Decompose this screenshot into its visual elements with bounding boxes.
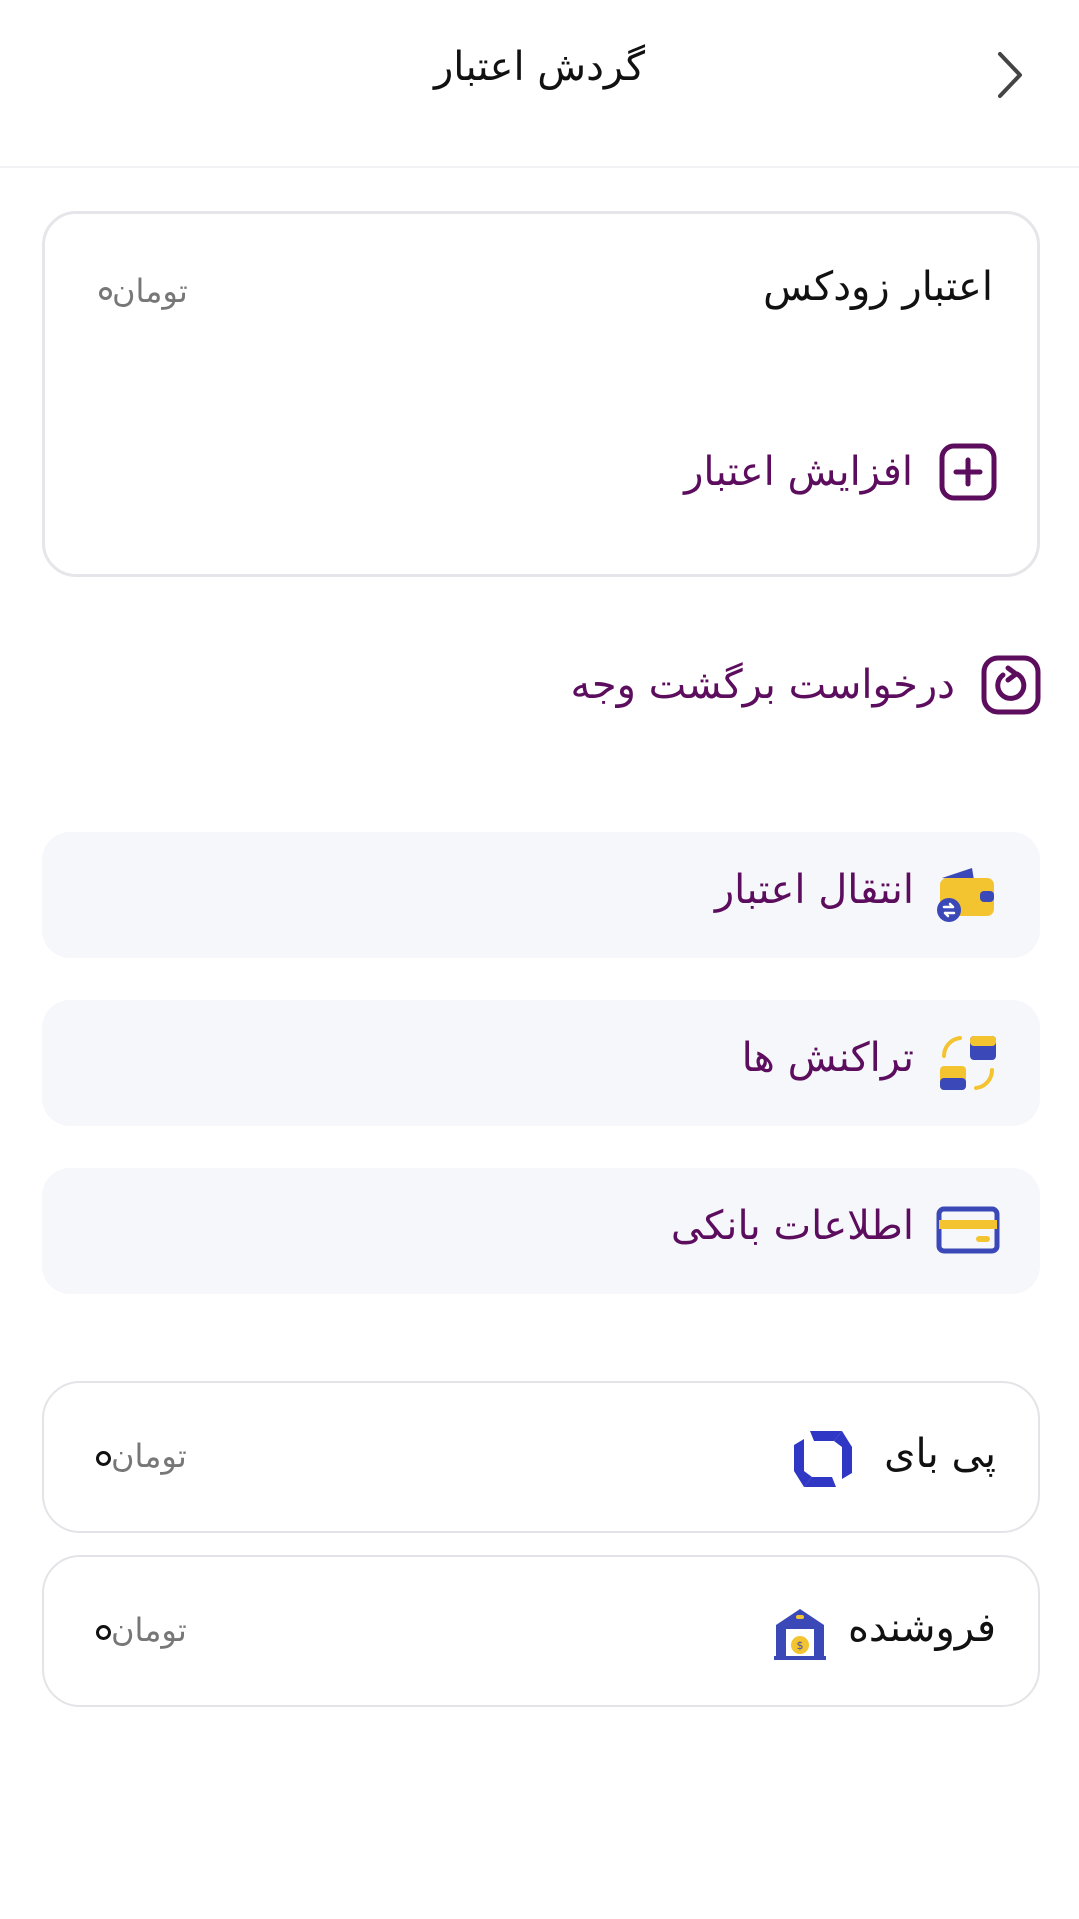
back-button[interactable] — [990, 50, 1030, 100]
svg-text:$: $ — [797, 1639, 804, 1652]
chevron-right-icon — [998, 52, 1022, 98]
seller-balance: تومان — [86, 1611, 187, 1649]
paybuy-logo-icon — [794, 1431, 852, 1487]
top-bar: گردش اعتبار — [0, 0, 1079, 168]
credit-label: اعتبار زودکس — [763, 264, 993, 310]
credit-balance: تومان — [89, 272, 188, 310]
balance-label: فروشنده — [847, 1605, 996, 1651]
menu-item-label: انتقال اعتبار — [714, 867, 914, 913]
bank-card-icon — [936, 1206, 1000, 1254]
zero-amount — [99, 286, 112, 300]
balance-currency: تومان — [111, 1437, 187, 1475]
refund-request-button[interactable]: درخواست برگشت وجه — [570, 652, 1041, 718]
refund-request-label: درخواست برگشت وجه — [570, 662, 955, 708]
menu-item-label: اطلاعات بانکی — [670, 1203, 914, 1249]
zero-amount — [96, 1450, 111, 1466]
balance-label: پی بای — [884, 1431, 996, 1477]
refund-icon — [981, 655, 1041, 715]
transactions-icon — [940, 1036, 996, 1090]
plus-square-icon — [939, 443, 997, 501]
increase-credit-label: افزایش اعتبار — [684, 449, 913, 495]
balance-currency: تومان — [111, 1611, 187, 1649]
zero-amount — [96, 1624, 111, 1640]
seller-store-icon: $ — [774, 1609, 826, 1660]
menu-item-label: تراکنش ها — [741, 1035, 914, 1081]
credit-currency: تومان — [112, 272, 188, 310]
page-title: گردش اعتبار — [433, 44, 646, 90]
balance-card-seller[interactable]: فروشنده $ تومان — [42, 1555, 1040, 1707]
paybuy-balance: تومان — [86, 1437, 187, 1475]
credit-card: اعتبار زودکس تومان افزایش اعتبار — [42, 211, 1040, 577]
balance-card-paybuy[interactable]: پی بای تومان — [42, 1381, 1040, 1533]
menu-item-transactions[interactable]: تراکنش ها — [42, 1000, 1040, 1126]
wallet-transfer-icon — [937, 868, 994, 922]
menu-item-credit-transfer[interactable]: انتقال اعتبار — [42, 832, 1040, 958]
menu-item-bank-info[interactable]: اطلاعات بانکی — [42, 1168, 1040, 1294]
increase-credit-button[interactable]: افزایش اعتبار — [684, 442, 997, 502]
